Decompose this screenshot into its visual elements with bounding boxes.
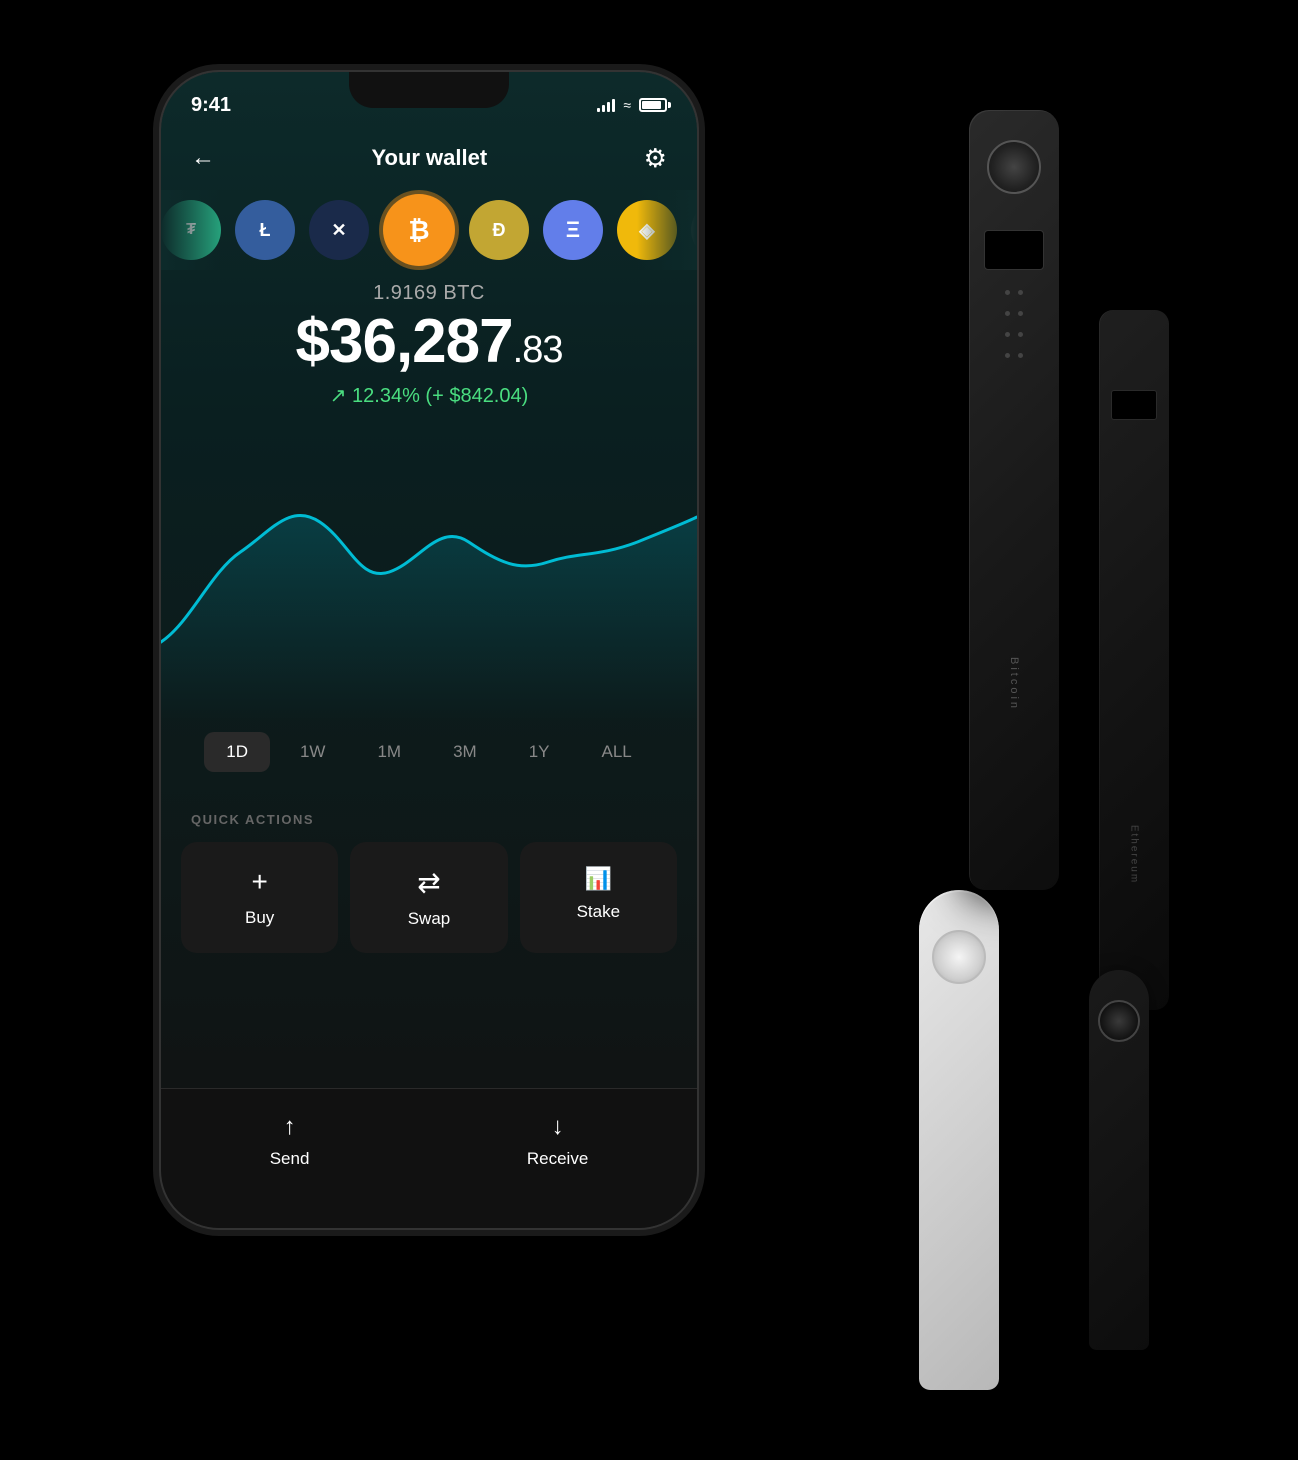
battery-icon xyxy=(639,98,667,112)
hw-wallet-nano-s-white xyxy=(919,890,999,1390)
hw-wallet-menu-dots xyxy=(1005,290,1023,358)
hw-wallet-btc-label: Bitcoin xyxy=(1008,657,1020,711)
swap-button[interactable]: ⇄ Swap xyxy=(350,842,507,953)
app-header: ← Your wallet ⚙ xyxy=(161,126,697,190)
receive-icon: ↓ xyxy=(552,1113,564,1141)
buy-label: Buy xyxy=(245,908,274,928)
stake-icon: 📊 xyxy=(585,866,612,892)
time-filter-1m[interactable]: 1M xyxy=(355,732,423,772)
balance-change: ↗ 12.34% (+ $842.04) xyxy=(161,383,697,408)
swap-label: Swap xyxy=(408,909,451,929)
page-title: Your wallet xyxy=(371,145,487,171)
phone: 9:41 ≈ ← Your wallet xyxy=(159,70,699,1230)
hw-wallet-slim: Ethereum xyxy=(1099,310,1169,1010)
back-button[interactable]: ← xyxy=(191,144,215,172)
buy-button[interactable]: + Buy xyxy=(181,842,338,953)
coin-xrp[interactable]: ✕ xyxy=(309,200,369,260)
quick-actions: + Buy ⇄ Swap 📊 Stake xyxy=(181,842,677,953)
bottom-bar: ↑ Send ↓ Receive xyxy=(161,1088,697,1228)
coin-ethereum[interactable]: Ξ xyxy=(543,200,603,260)
swap-icon: ⇄ xyxy=(417,866,440,899)
time-filter-1y[interactable]: 1Y xyxy=(507,732,572,772)
quick-actions-label: QUICK ACTIONS xyxy=(191,812,314,827)
balance-usd-main: $36,287 xyxy=(296,307,513,376)
hw-wallet-slim-screen xyxy=(1111,390,1157,420)
send-button[interactable]: ↑ Send xyxy=(270,1113,310,1169)
balance-btc: 1.9169 BTC xyxy=(161,282,697,305)
hw-wallet-eth-label: Ethereum xyxy=(1129,825,1140,884)
settings-button[interactable]: ⚙ xyxy=(644,143,667,174)
receive-label: Receive xyxy=(527,1149,588,1169)
coin-carousel: ◯ ₮ Ł ✕ ₿ Ð Ξ ◈ A xyxy=(161,190,697,270)
hw-wallet-nano-small xyxy=(1089,970,1149,1350)
status-time: 9:41 xyxy=(191,94,231,117)
balance-section: 1.9169 BTC $36,287.83 ↗ 12.34% (+ $842.0… xyxy=(161,282,697,408)
scene: 9:41 ≈ ← Your wallet xyxy=(99,30,1199,1430)
coin-bitcoin[interactable]: ₿ xyxy=(383,194,455,266)
stake-label: Stake xyxy=(577,902,620,922)
coin-dogecoin[interactable]: Ð xyxy=(469,200,529,260)
status-icons: ≈ xyxy=(597,97,667,113)
hw-wallet-nano-x: Bitcoin xyxy=(969,110,1059,890)
balance-usd-cents: .83 xyxy=(513,329,563,371)
time-filter-1w[interactable]: 1W xyxy=(278,732,348,772)
wifi-icon: ≈ xyxy=(623,97,631,113)
signal-icon xyxy=(597,98,615,112)
price-chart xyxy=(161,442,697,722)
time-filter-3m[interactable]: 3M xyxy=(431,732,499,772)
time-filter-1d[interactable]: 1D xyxy=(204,732,270,772)
time-filter-all[interactable]: ALL xyxy=(580,732,654,772)
send-icon: ↑ xyxy=(284,1113,296,1141)
send-label: Send xyxy=(270,1149,310,1169)
hw-wallet-screen-main xyxy=(984,230,1044,270)
coin-fade-left xyxy=(161,190,221,270)
balance-usd: $36,287.83 xyxy=(161,311,697,373)
phone-screen: 9:41 ≈ ← Your wallet xyxy=(161,72,697,1228)
coin-litecoin[interactable]: Ł xyxy=(235,200,295,260)
balance-change-usd: (+ $842.04) xyxy=(425,385,528,407)
balance-change-pct: ↗ 12.34% xyxy=(330,385,420,407)
receive-button[interactable]: ↓ Receive xyxy=(527,1113,588,1169)
stake-button[interactable]: 📊 Stake xyxy=(520,842,677,953)
notch xyxy=(349,72,509,108)
time-filters: 1D 1W 1M 3M 1Y ALL xyxy=(161,732,697,772)
buy-icon: + xyxy=(251,866,267,898)
coin-fade-right xyxy=(637,190,697,270)
chart-svg xyxy=(161,442,697,722)
